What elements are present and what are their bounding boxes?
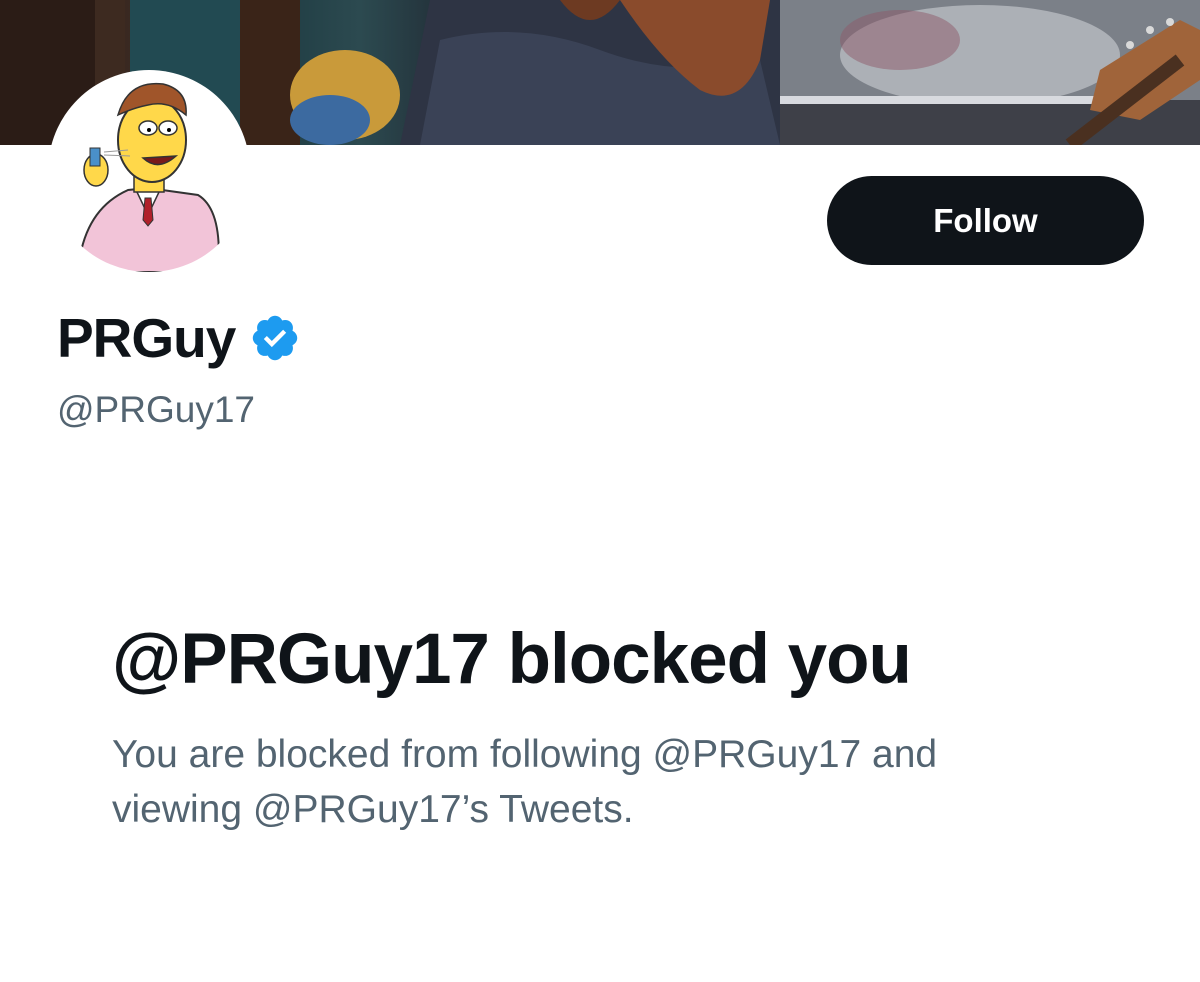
profile-handle: @PRGuy17	[57, 389, 255, 430]
profile-page: Follow PRGuy @PRGuy17 @PRGuy17 blocked y…	[0, 0, 1200, 982]
follow-button[interactable]: Follow	[827, 176, 1144, 265]
avatar-cartoon-image	[49, 71, 249, 272]
blocked-notice-description: You are blocked from following @PRGuy17 …	[112, 733, 938, 831]
verified-badge-icon[interactable]	[249, 312, 301, 364]
profile-display-name: PRGuy	[57, 307, 236, 369]
profile-name-row: PRGuy	[57, 303, 301, 373]
blocked-notice-title: @PRGuy17 blocked you	[112, 620, 912, 699]
profile-avatar[interactable]	[48, 70, 250, 272]
